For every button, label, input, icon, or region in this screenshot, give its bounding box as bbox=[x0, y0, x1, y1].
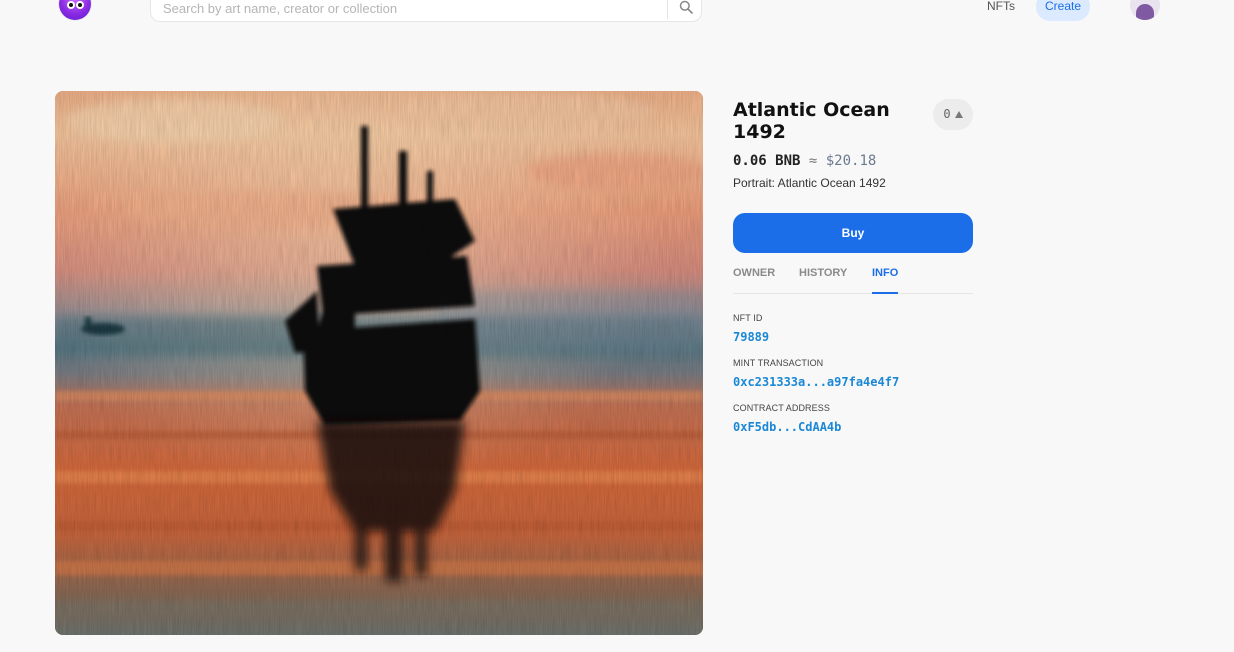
details-tabs: OWNER HISTORY INFO bbox=[733, 266, 973, 294]
buy-button[interactable]: Buy bbox=[733, 213, 973, 253]
price-approx-symbol: ≈ bbox=[808, 153, 818, 169]
nft-title: Atlantic Ocean 1492 bbox=[733, 99, 890, 143]
price-amount: 0.06 BNB bbox=[733, 153, 801, 169]
nft-id-label: NFT ID bbox=[733, 313, 763, 323]
like-button[interactable]: 0 bbox=[933, 99, 973, 130]
price-usd: $20.18 bbox=[825, 153, 877, 169]
nav-link-nfts[interactable]: NFTs bbox=[987, 0, 1015, 13]
nft-artwork-image[interactable] bbox=[55, 91, 703, 635]
create-button[interactable]: Create bbox=[1036, 0, 1090, 21]
mint-transaction-link[interactable]: 0xc231333a...a97fa4e4f7 bbox=[733, 375, 899, 389]
tab-history[interactable]: HISTORY bbox=[799, 266, 847, 280]
search-bar bbox=[150, 0, 702, 23]
tab-info[interactable]: INFO bbox=[872, 266, 899, 294]
contract-address-link[interactable]: 0xF5db...CdAA4b bbox=[733, 420, 841, 434]
like-count: 0 bbox=[943, 107, 951, 121]
contract-address-label: CONTRACT ADDRESS bbox=[733, 403, 830, 413]
price: 0.06 BNB ≈ $20.18 bbox=[733, 152, 876, 170]
triangle-up-icon bbox=[954, 111, 963, 118]
ship-painting-image bbox=[55, 91, 703, 635]
portrait-caption: Portrait: Atlantic Ocean 1492 bbox=[733, 176, 886, 190]
search-icon[interactable] bbox=[679, 0, 693, 14]
user-avatar-icon[interactable] bbox=[1130, 0, 1160, 20]
search-divider bbox=[667, 0, 668, 19]
tab-owner[interactable]: OWNER bbox=[733, 266, 775, 280]
ghost-mascot-logo-icon[interactable] bbox=[59, 0, 91, 20]
top-navigation-bar: NFTs Create bbox=[0, 0, 1234, 30]
nft-id-value[interactable]: 79889 bbox=[733, 330, 769, 344]
logo-left-eye bbox=[67, 1, 75, 9]
mint-transaction-label: MINT TRANSACTION bbox=[733, 358, 824, 368]
search-input[interactable] bbox=[161, 0, 665, 23]
logo-right-eye bbox=[76, 1, 84, 9]
